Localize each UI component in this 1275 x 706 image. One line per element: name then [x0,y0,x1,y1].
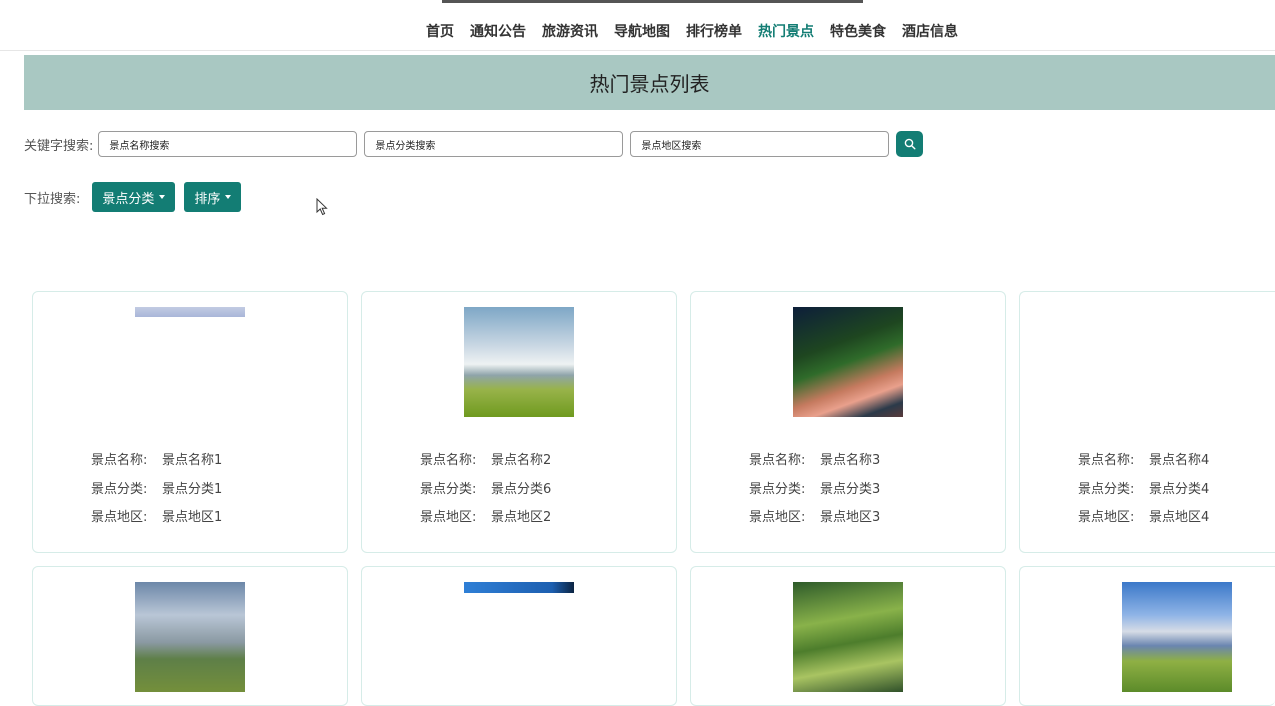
spot-region-value: 景点地区1 [162,510,223,525]
spot-region-search-input[interactable] [630,131,890,157]
spot-name-value: 景点名称3 [820,453,881,468]
spot-region-value: 景点地区2 [491,510,552,525]
spot-name-label: 景点名称: [1078,453,1135,468]
spot-card[interactable] [690,566,1006,706]
sort-dropdown-button[interactable]: 排序 [184,182,242,212]
spot-info: 景点名称: 景点名称4 景点分类: 景点分类4 景点地区: 景点地区4 [1078,449,1209,535]
nav-list: 首页 通知公告 旅游资讯 导航地图 排行榜单 热门景点 特色美食 酒店信息 [418,21,966,41]
spot-category-label: 景点分类: [420,481,477,497]
nav-item-hotels[interactable]: 酒店信息 [894,21,966,41]
spot-category-label: 景点分类: [91,481,148,497]
spot-category-label: 景点分类: [1078,481,1135,497]
nav-item-food[interactable]: 特色美食 [822,21,894,41]
keyword-search-label: 关键字搜索: [24,138,94,154]
spot-category-value: 景点分类1 [162,481,223,497]
spot-info: 景点名称: 景点名称3 景点分类: 景点分类3 景点地区: 景点地区3 [749,449,880,535]
nav-item-rankings[interactable]: 排行榜单 [678,21,750,41]
spot-image[interactable] [464,307,574,417]
spot-name-value: 景点名称4 [1149,453,1210,468]
spot-image[interactable] [464,582,574,692]
spot-card[interactable]: 景点名称: 景点名称2 景点分类: 景点分类6 景点地区: 景点地区2 [361,291,677,553]
spot-info: 景点名称: 景点名称2 景点分类: 景点分类6 景点地区: 景点地区2 [420,449,551,535]
spot-region-value: 景点地区4 [1149,510,1210,525]
mouse-pointer-icon [316,198,328,216]
spot-name-label: 景点名称: [91,453,148,468]
spot-name-label: 景点名称: [420,453,477,468]
dropdown-search-row: 下拉搜索: 景点分类 排序 [24,182,242,212]
spot-image[interactable] [793,307,903,417]
spot-card[interactable]: 景点名称: 景点名称4 景点分类: 景点分类4 景点地区: 景点地区4 [1019,291,1275,553]
spot-category-value: 景点分类6 [491,481,552,497]
spot-category-value: 景点分类3 [820,481,881,497]
nav-item-home[interactable]: 首页 [418,21,462,41]
nav-item-travel-news[interactable]: 旅游资讯 [534,21,606,41]
category-dropdown-button[interactable]: 景点分类 [92,182,176,212]
search-button[interactable] [896,131,924,157]
spot-name-value: 景点名称1 [162,453,223,468]
spot-card[interactable] [361,566,677,706]
spot-name-search-input[interactable] [98,131,358,157]
caret-down-icon [159,195,166,199]
page-title-banner: 热门景点列表 [24,55,1275,110]
spot-region-value: 景点地区3 [820,510,881,525]
main-nav: 首页 通知公告 旅游资讯 导航地图 排行榜单 热门景点 特色美食 酒店信息 [0,0,1275,51]
dropdown-search-label: 下拉搜索: [24,191,81,207]
nav-item-notices[interactable]: 通知公告 [462,21,534,41]
spot-card[interactable]: 景点名称: 景点名称3 景点分类: 景点分类3 景点地区: 景点地区3 [690,291,1006,553]
spot-region-label: 景点地区: [749,510,806,525]
spot-image[interactable] [135,307,245,417]
spot-region-label: 景点地区: [420,510,477,525]
spot-name-label: 景点名称: [749,453,806,468]
spot-image[interactable] [1122,582,1232,692]
spot-image[interactable] [793,582,903,692]
spot-category-search-input[interactable] [364,131,624,157]
page-title: 热门景点列表 [589,72,710,96]
spot-region-label: 景点地区: [1078,510,1135,525]
spot-category-value: 景点分类4 [1149,481,1210,497]
sort-dropdown-label: 排序 [194,191,221,207]
spot-card[interactable]: 景点名称: 景点名称1 景点分类: 景点分类1 景点地区: 景点地区1 [32,291,348,553]
spot-info: 景点名称: 景点名称1 景点分类: 景点分类1 景点地区: 景点地区1 [91,449,222,535]
spot-category-label: 景点分类: [749,481,806,497]
nav-item-hot-spots[interactable]: 热门景点 [750,21,822,41]
spot-name-value: 景点名称2 [491,453,552,468]
spot-card[interactable] [1019,566,1275,706]
category-dropdown-label: 景点分类 [102,191,155,207]
spot-image[interactable] [135,582,245,692]
search-icon [904,138,916,150]
keyword-search-row: 关键字搜索: [24,131,924,157]
spot-region-label: 景点地区: [91,510,148,525]
spot-card[interactable] [32,566,348,706]
caret-down-icon [225,195,232,199]
nav-item-map[interactable]: 导航地图 [606,21,678,41]
